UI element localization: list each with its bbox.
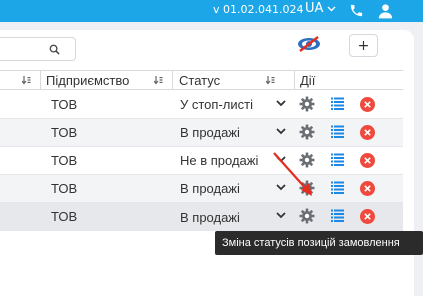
search-icon (49, 44, 60, 55)
tooltip: Зміна статусів позицій замовлення (215, 231, 423, 255)
delete-icon[interactable] (360, 153, 375, 168)
delete-icon[interactable] (360, 97, 375, 112)
chevron-down-icon[interactable] (276, 128, 286, 135)
table-row: ТОВ В продажі (0, 119, 403, 147)
company-cell: ТОВ (51, 153, 78, 168)
delete-icon[interactable] (360, 125, 375, 140)
chevron-down-icon[interactable] (276, 100, 286, 107)
gear-icon[interactable] (299, 208, 315, 224)
status-select[interactable]: У стоп-листі (180, 97, 253, 112)
visibility-off-icon[interactable] (296, 36, 322, 52)
table-header: Підприємство Статус Дії (0, 70, 403, 90)
sort-icon[interactable] (22, 75, 31, 85)
chevron-down-icon (327, 6, 336, 11)
status-select[interactable]: Не в продажі (180, 153, 258, 168)
delete-icon[interactable] (360, 181, 375, 196)
user-icon[interactable] (377, 3, 394, 19)
list-icon[interactable] (331, 209, 344, 222)
column-header-prev (0, 71, 41, 90)
column-header-status[interactable]: Статус (173, 71, 295, 90)
status-select[interactable]: В продажі (180, 125, 240, 140)
list-icon[interactable] (331, 125, 344, 138)
search-input[interactable] (0, 37, 76, 61)
list-icon[interactable] (331, 153, 344, 166)
language-label: UA (305, 1, 324, 16)
add-button[interactable]: + (349, 34, 378, 57)
company-cell: ТОВ (51, 181, 78, 196)
company-cell: ТОВ (51, 125, 78, 140)
table-row: ТОВ В продажі (0, 203, 403, 231)
annotation-arrow (273, 152, 312, 196)
column-header-actions: Дії (300, 73, 316, 88)
table-row: ТОВ Не в продажі (0, 147, 403, 175)
gear-icon[interactable] (299, 124, 315, 140)
list-icon[interactable] (331, 181, 344, 194)
delete-icon[interactable] (360, 209, 375, 224)
company-cell: ТОВ (51, 209, 78, 224)
chevron-down-icon[interactable] (276, 212, 286, 219)
company-cell: ТОВ (51, 97, 78, 112)
list-icon[interactable] (331, 97, 344, 110)
sort-icon[interactable] (154, 75, 163, 85)
table-row: ТОВ В продажі (0, 175, 403, 203)
table-row: ТОВ У стоп-листі (0, 91, 403, 119)
app-version: v 01.02.041.024 (213, 3, 304, 16)
sort-icon[interactable] (266, 75, 275, 85)
language-selector[interactable]: UA (305, 1, 336, 16)
phone-icon[interactable] (349, 3, 364, 18)
gear-icon[interactable] (299, 96, 315, 112)
status-select[interactable]: В продажі (180, 181, 240, 196)
top-bar: v 01.02.041.024 UA (0, 0, 423, 22)
status-select[interactable]: В продажі (180, 210, 240, 225)
column-header-company[interactable]: Підприємство (41, 71, 173, 90)
